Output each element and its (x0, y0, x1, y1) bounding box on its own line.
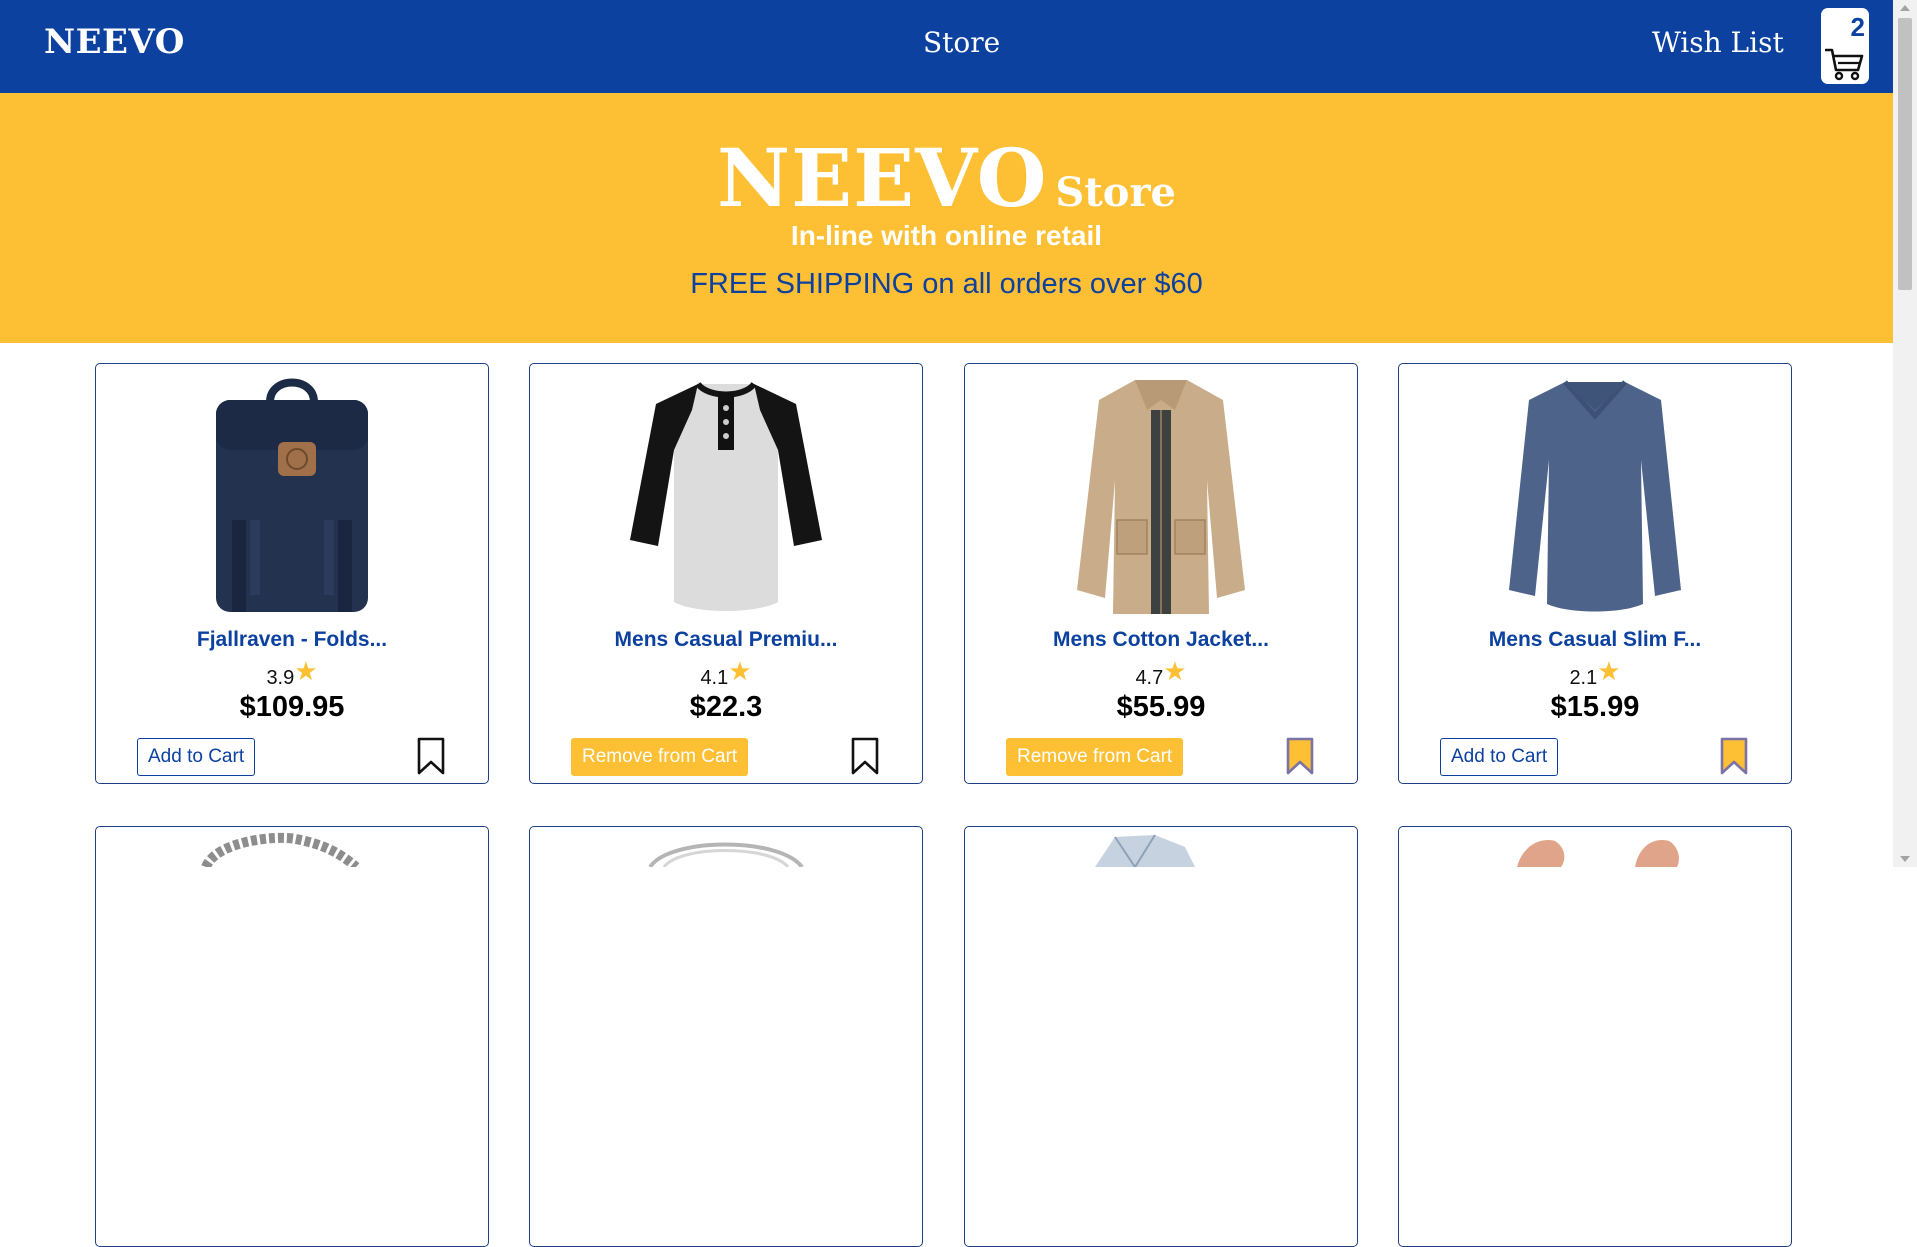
hero-subtitle: In-line with online retail (790, 220, 1103, 251)
product-image[interactable] (965, 370, 1357, 620)
product-card: Mens Cotton Jacket... 4.7★ $55.99 Remove… (964, 363, 1358, 784)
silver-plate-icon[interactable] (530, 827, 922, 867)
scroll-up-arrow-icon[interactable] (1900, 5, 1910, 11)
backpack-icon (216, 378, 368, 612)
cart-button[interactable]: 2 (1821, 8, 1869, 84)
add-to-cart-button[interactable]: Add to Cart (137, 738, 256, 776)
product-rating: 4.7★ (965, 656, 1357, 691)
hero-banner: NEEVO Store In-line with online retail FR… (0, 93, 1893, 343)
raglan-tshirt-icon (630, 381, 822, 611)
rating-value: 4.1 (700, 667, 729, 689)
diamond-ring-icon[interactable] (965, 827, 1357, 867)
product-rating: 4.1★ (530, 656, 922, 691)
product-price: $55.99 (1116, 691, 1206, 723)
star-icon: ★ (728, 656, 752, 686)
nav-link-wish-list[interactable]: Wish List (1652, 26, 1784, 59)
product-card (529, 826, 923, 1247)
product-title[interactable]: Mens Casual Slim F... (1399, 628, 1791, 652)
product-image[interactable] (1399, 370, 1791, 620)
rating-value: 4.7 (1135, 667, 1164, 689)
star-icon: ★ (1163, 656, 1187, 686)
rating-value: 3.9 (266, 667, 295, 689)
product-title[interactable]: Fjallraven - Folds... (96, 628, 488, 652)
product-card: Mens Casual Premiu... 4.1★ $22.3 Remove … (529, 363, 923, 784)
long-sleeve-shirt-icon (1509, 380, 1681, 612)
product-rating: 3.9★ (96, 656, 488, 691)
remove-from-cart-button[interactable]: Remove from Cart (1006, 738, 1184, 776)
product-card (95, 826, 489, 1247)
rose-gold-earrings-icon[interactable] (1399, 827, 1791, 867)
bookmark-icon[interactable] (1719, 736, 1749, 776)
scroll-down-arrow-icon[interactable] (1900, 856, 1910, 862)
hero-title-small: Store (1055, 169, 1176, 216)
bookmark-icon[interactable] (850, 736, 880, 776)
nav-link-store[interactable]: Store (923, 26, 1000, 59)
product-title[interactable]: Mens Casual Premiu... (530, 628, 922, 652)
star-icon: ★ (294, 656, 318, 686)
product-card (1398, 826, 1792, 1247)
product-title[interactable]: Mens Cotton Jacket... (965, 628, 1357, 652)
product-image[interactable] (96, 370, 488, 620)
hero-title: NEEVO Store (0, 131, 1893, 225)
product-card: Fjallraven - Folds... 3.9★ $109.95 Add t… (95, 363, 489, 784)
product-image[interactable] (530, 370, 922, 620)
page-scrollbar[interactable] (1893, 0, 1917, 867)
product-card (964, 826, 1358, 1247)
scroll-thumb[interactable] (1898, 18, 1912, 290)
cotton-jacket-icon (1077, 380, 1245, 614)
bookmark-icon[interactable] (416, 736, 446, 776)
free-shipping-banner: FREE SHIPPING on all orders over $60 (690, 268, 1203, 300)
bracelet-icon[interactable] (96, 827, 488, 867)
remove-from-cart-button[interactable]: Remove from Cart (571, 738, 749, 776)
rating-value: 2.1 (1569, 667, 1598, 689)
cart-icon (1825, 48, 1864, 81)
product-price: $109.95 (239, 691, 345, 723)
navbar: NEEVO Store Wish List 2 (0, 0, 1893, 93)
product-price: $22.3 (689, 691, 763, 723)
hero-title-big: NEEVO (716, 131, 1048, 225)
product-price: $15.99 (1550, 691, 1640, 723)
brand-logo[interactable]: NEEVO (44, 22, 185, 62)
cart-count-badge: 2 (1850, 12, 1865, 42)
star-icon: ★ (1597, 656, 1621, 686)
add-to-cart-button[interactable]: Add to Cart (1440, 738, 1559, 776)
product-card: Mens Casual Slim F... 2.1★ $15.99 Add to… (1398, 363, 1792, 784)
bookmark-icon[interactable] (1285, 736, 1315, 776)
product-rating: 2.1★ (1399, 656, 1791, 691)
